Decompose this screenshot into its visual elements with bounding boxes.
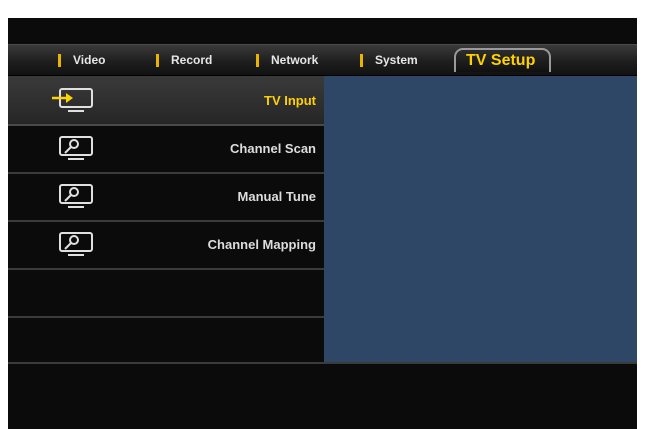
footer-area bbox=[8, 362, 637, 429]
tv-scan-icon bbox=[59, 184, 93, 208]
menu-item-label: TV Input bbox=[264, 92, 316, 108]
tab-label: Video bbox=[73, 53, 106, 67]
tv-input-icon bbox=[52, 88, 93, 112]
tv-scan-icon bbox=[59, 232, 93, 256]
menu-item-label: Channel Scan bbox=[230, 140, 316, 156]
tab-label: TV Setup bbox=[466, 52, 536, 69]
menu-item-manual-tune[interactable]: Manual Tune bbox=[8, 172, 337, 222]
menu-item-channel-scan[interactable]: Channel Scan bbox=[8, 124, 337, 174]
tv-settings-screen: Video Record Network System TV Setup TV … bbox=[8, 18, 637, 429]
tab-marker bbox=[360, 53, 363, 67]
tab-bar: Video Record Network System TV Setup bbox=[8, 44, 637, 76]
tab-video[interactable]: Video bbox=[58, 45, 105, 75]
menu-item-tv-input[interactable]: TV Input bbox=[8, 76, 337, 126]
tab-network[interactable]: Network bbox=[256, 45, 318, 75]
tab-marker bbox=[58, 53, 61, 67]
tab-label: System bbox=[375, 53, 418, 67]
tab-label: Network bbox=[271, 53, 319, 67]
menu-item-label: Channel Mapping bbox=[207, 236, 316, 252]
tab-system[interactable]: System bbox=[360, 45, 418, 75]
tab-record[interactable]: Record bbox=[156, 45, 212, 75]
content-panel bbox=[324, 76, 637, 362]
tab-tv-setup[interactable]: TV Setup bbox=[454, 48, 552, 72]
tv-setup-menu: TV Input Channel Scan Manual Tune Channe… bbox=[8, 76, 337, 366]
tab-marker bbox=[256, 53, 259, 67]
tv-scan-icon bbox=[59, 136, 93, 160]
menu-item-label: Manual Tune bbox=[237, 188, 316, 204]
menu-item-channel-mapping[interactable]: Channel Mapping bbox=[8, 220, 337, 270]
empty-menu-row bbox=[8, 268, 324, 318]
tab-marker bbox=[156, 53, 159, 67]
empty-menu-row bbox=[8, 316, 324, 366]
tab-label: Record bbox=[171, 53, 213, 67]
